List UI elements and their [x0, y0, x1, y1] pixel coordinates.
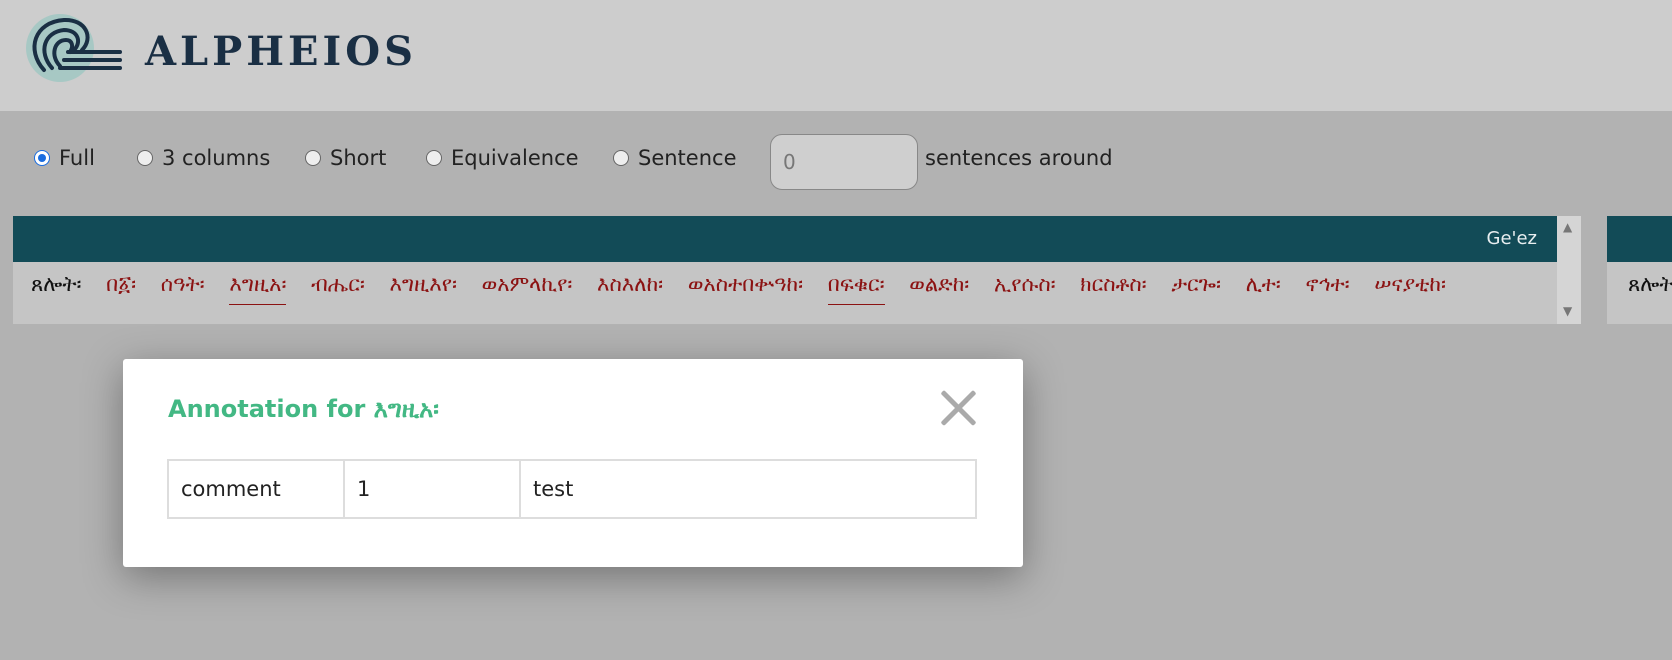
word-token[interactable]: ጸሎት፡	[1628, 272, 1672, 297]
option-full-label: Full	[59, 146, 95, 170]
close-icon[interactable]	[937, 387, 979, 429]
word-token[interactable]: ሠናያቲከ፡	[1374, 272, 1446, 296]
word-token[interactable]: ኖኅተ፡	[1305, 272, 1349, 296]
radio-sentence[interactable]	[613, 150, 629, 166]
option-equivalence[interactable]: Equivalence	[426, 146, 579, 170]
option-sentence[interactable]: Sentence	[613, 146, 737, 170]
radio-equivalence[interactable]	[426, 150, 442, 166]
sentences-around-label: sentences around	[925, 146, 1113, 170]
word-token[interactable]: ኢየሱስ፡	[994, 272, 1056, 296]
language-label: Ge'ez	[1486, 228, 1538, 249]
word-token[interactable]: ሊተ፡	[1246, 272, 1281, 296]
word-token[interactable]: ታርጐ፡	[1171, 272, 1221, 296]
option-short-label: Short	[330, 146, 387, 170]
option-equivalence-label: Equivalence	[451, 146, 579, 170]
word-token[interactable]: ሰዓት፡	[161, 272, 205, 296]
word-token[interactable]: ክርስቶስ፡	[1080, 272, 1146, 296]
sentences-around-value: 0	[783, 150, 796, 174]
word-token[interactable]: እግዚእየ፡	[389, 272, 456, 296]
annotation-type-cell: comment	[167, 459, 345, 519]
panel-header	[1607, 216, 1672, 262]
modal-title: Annotation for እግዚአ፡	[168, 395, 439, 423]
radio-3-columns[interactable]	[137, 150, 153, 166]
panel-header: Ge'ez	[13, 216, 1581, 262]
word-token[interactable]: እስእለከ፡	[597, 272, 663, 296]
option-3-columns-label: 3 columns	[162, 146, 271, 170]
option-sentence-label: Sentence	[638, 146, 737, 170]
word-token-annotated[interactable]: እግዚአ፡	[229, 272, 287, 305]
text-panel-second: ጸሎት፡	[1607, 216, 1672, 324]
option-short[interactable]: Short	[305, 146, 386, 170]
panel-scrollbar[interactable]: ▲ ▼	[1557, 216, 1581, 324]
sentences-around-input[interactable]: 0	[770, 134, 918, 190]
annotation-table: comment 1 test	[167, 459, 977, 519]
word-list: ጸሎት፡ በ፩፡ ሰዓት፡ እግዚአ፡ ብሔር፡ እግዚእየ፡ ወአምላኪየ፡ …	[31, 272, 1541, 305]
alpheios-logo-icon	[26, 14, 122, 82]
word-token[interactable]: በ፩፡	[106, 272, 136, 296]
annotation-text-cell: test	[519, 459, 977, 519]
word-token[interactable]: ወአስተበቍዓከ፡	[688, 272, 803, 296]
app-header: ALPHEIOS	[0, 0, 1672, 111]
word-token[interactable]: ብሔር፡	[311, 272, 365, 296]
annotation-modal: Annotation for እግዚአ፡ comment 1 test	[123, 359, 1023, 567]
radio-full[interactable]	[34, 150, 50, 166]
word-token[interactable]: ወልድከ፡	[909, 272, 969, 296]
text-panel-geez: Ge'ez ጸሎት፡ በ፩፡ ሰዓት፡ እግዚአ፡ ብሔር፡ እግዚእየ፡ ወአ…	[13, 216, 1581, 324]
word-token[interactable]: ጸሎት፡	[31, 272, 81, 296]
brand-name: ALPHEIOS	[145, 28, 417, 75]
view-options: Full 3 columns Short Equivalence Sentenc…	[0, 132, 1672, 192]
radio-short[interactable]	[305, 150, 321, 166]
option-3-columns[interactable]: 3 columns	[137, 146, 270, 170]
word-token-annotated[interactable]: በፍቁር፡	[827, 272, 885, 305]
word-token[interactable]: ወአምላኪየ፡	[482, 272, 573, 296]
scroll-up-icon[interactable]: ▲	[1563, 220, 1572, 234]
table-row: comment 1 test	[167, 459, 977, 519]
option-full[interactable]: Full	[34, 146, 95, 170]
scroll-down-icon[interactable]: ▼	[1563, 304, 1572, 318]
annotation-index-cell: 1	[343, 459, 521, 519]
